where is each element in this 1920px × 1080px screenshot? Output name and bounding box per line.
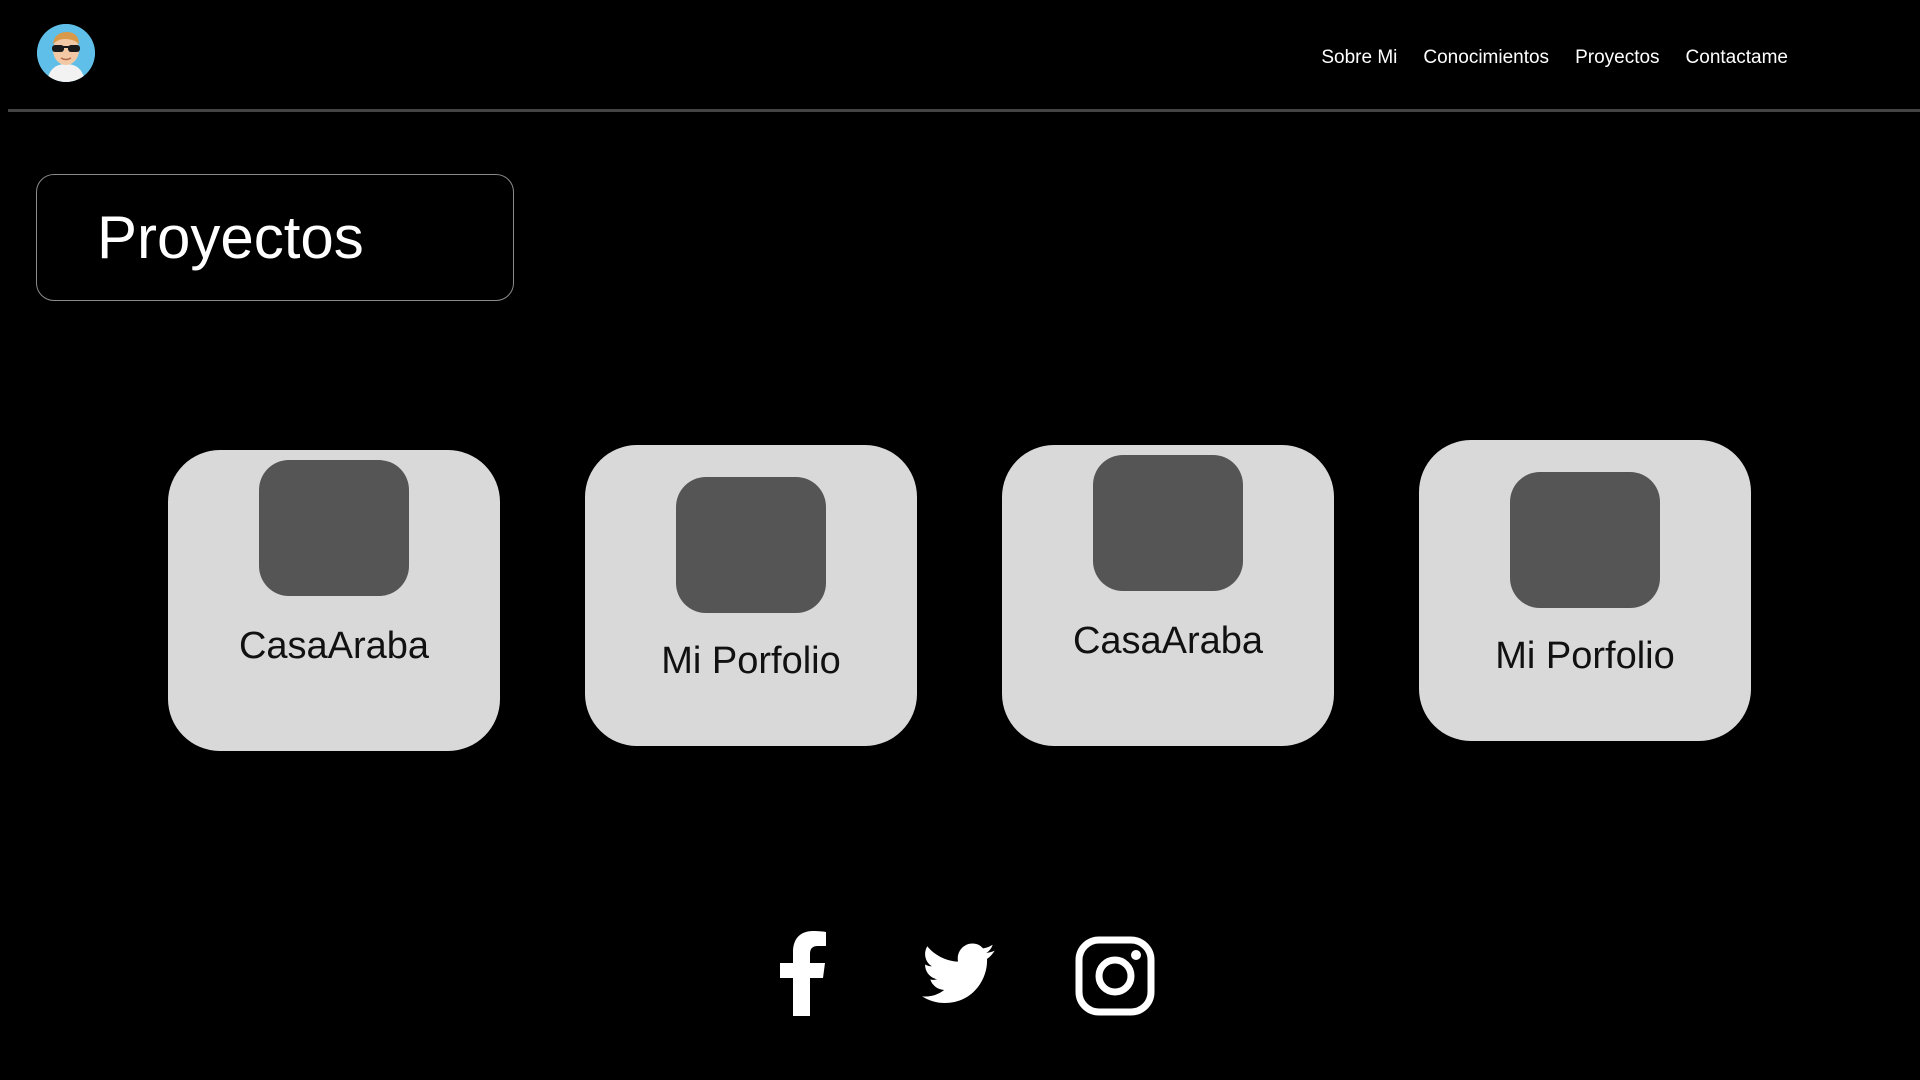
project-card[interactable]: CasaAraba [168,450,500,751]
project-thumbnail [259,460,409,596]
site-header: Sobre Mi Conocimientos Proyectos Contact… [0,0,1920,112]
project-thumbnail [1093,455,1243,591]
twitter-link[interactable] [922,943,996,1010]
section-title-box: Proyectos [36,174,514,301]
instagram-icon [1075,936,1155,1016]
nav-link-contactame[interactable]: Contactame [1686,46,1788,70]
avatar[interactable] [37,24,95,82]
project-card[interactable]: Mi Porfolio [585,445,917,746]
nav-link-sobre-mi[interactable]: Sobre Mi [1321,46,1397,70]
project-name: CasaAraba [238,625,430,667]
project-name: CasaAraba [1072,620,1264,662]
project-thumbnail [1510,472,1660,608]
main-nav: Sobre Mi Conocimientos Proyectos Contact… [1321,46,1788,70]
project-name: Mi Porfolio [1495,635,1675,677]
project-card[interactable]: CasaAraba [1002,445,1334,746]
header-divider [8,109,1920,112]
project-thumbnail [676,477,826,613]
instagram-link[interactable] [1075,936,1155,1021]
section-title: Proyectos [97,203,364,271]
project-card[interactable]: Mi Porfolio [1419,440,1751,741]
avatar-sunglasses-icon [37,24,95,82]
facebook-icon [780,931,826,1016]
facebook-link[interactable] [778,930,828,1021]
project-name: Mi Porfolio [661,640,841,682]
social-links [0,930,1920,1020]
nav-link-conocimientos[interactable]: Conocimientos [1423,46,1549,70]
twitter-icon [922,943,995,1003]
nav-link-proyectos[interactable]: Proyectos [1575,46,1659,70]
page: Sobre Mi Conocimientos Proyectos Contact… [0,0,1920,1080]
